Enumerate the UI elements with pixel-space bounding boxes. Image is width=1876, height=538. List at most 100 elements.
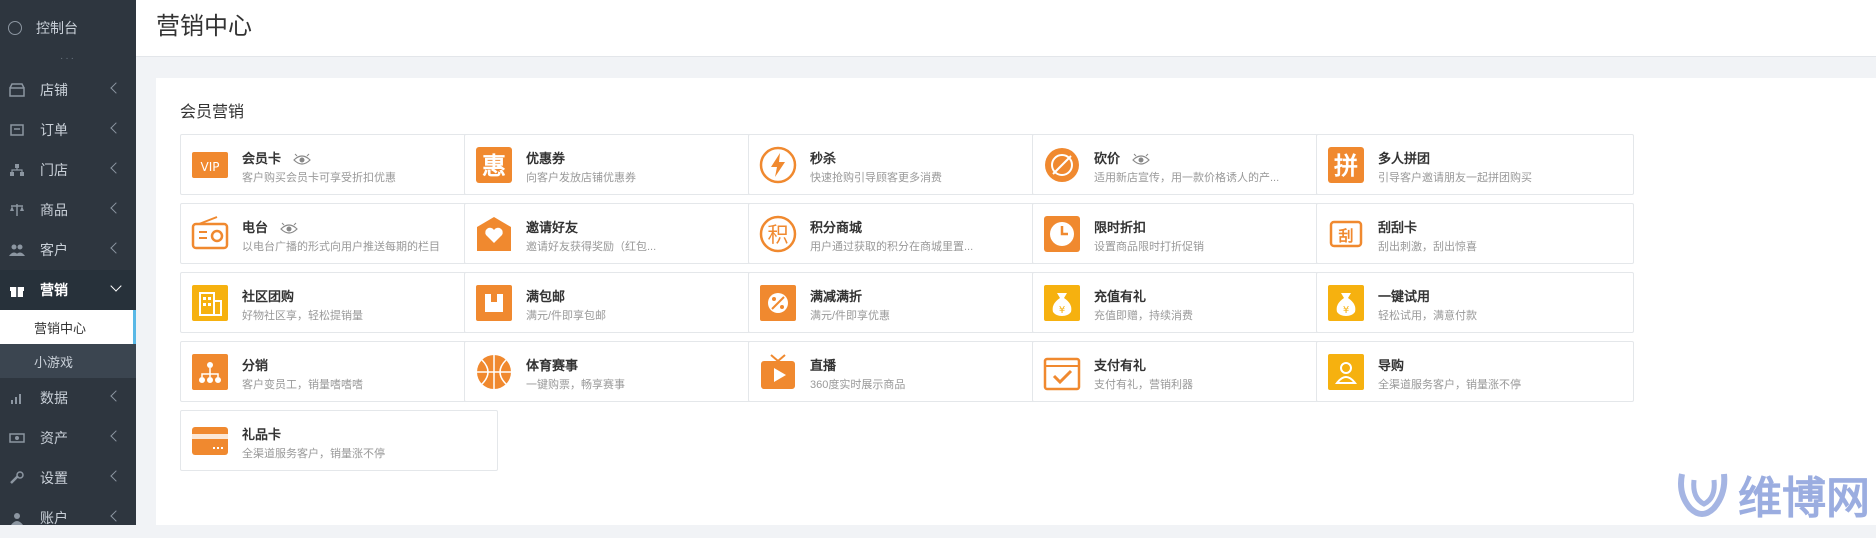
sidebar-item[interactable]: 店铺: [0, 70, 136, 110]
marketing-card[interactable]: 社区团购好物社区享，轻松提销量: [180, 272, 498, 333]
clock-icon: [1044, 216, 1080, 252]
card-title: 社区团购: [242, 289, 295, 304]
marketing-card[interactable]: 邀请好友 邀请好友获得奖励（红包...: [464, 203, 782, 264]
sidebar-item-label: 营销: [40, 282, 68, 298]
card-description: 快速抢购引导顾客更多消费: [810, 172, 942, 184]
chevron-icon: [110, 82, 122, 94]
card-description: 360度实时展示商品: [810, 379, 906, 391]
sidebar-item[interactable]: 账户: [0, 498, 136, 538]
card-description: 刮出刺激，刮出惊喜: [1378, 241, 1477, 253]
chevron-icon: [110, 390, 122, 402]
sidebar-item[interactable]: 营销: [0, 270, 136, 310]
card-title: 刮刮卡: [1378, 220, 1418, 235]
marketing-card[interactable]: ¥ 一键试用轻松试用，满意付款: [1316, 272, 1634, 333]
marketing-card[interactable]: 惠 优惠券向客户发放店铺优惠券: [464, 134, 782, 195]
marketing-card[interactable]: 积 积分商城 用户通过获取的积分在商城里置...: [748, 203, 1066, 264]
sidebar-subitem[interactable]: 营销中心: [0, 310, 136, 344]
card-title: 电台: [242, 217, 298, 236]
watermark-icon: [1678, 473, 1728, 517]
bar-chart-icon: [8, 390, 26, 406]
chevron-icon: [110, 470, 122, 482]
card-description: 好物社区享，轻松提销量: [242, 310, 363, 322]
card-title: 导购: [1378, 358, 1405, 373]
sidebar-item-label: 控制台: [36, 20, 78, 36]
card-description: 设置商品限时打折促销: [1094, 241, 1204, 253]
page-header: 营销中心: [136, 0, 1876, 57]
card-description: 轻松试用，满意付款: [1378, 310, 1477, 322]
card-title: 体育赛事: [526, 358, 579, 373]
card-description: 以电台广播的形式向用户推送每期的栏目: [242, 241, 440, 253]
group-buy-icon: 拼: [1328, 147, 1364, 183]
svg-text:惠: 惠: [482, 152, 506, 180]
sidebar-item[interactable]: 订单: [0, 110, 136, 150]
sidebar-item-label: 商品: [40, 202, 68, 218]
svg-text:VIP: VIP: [201, 160, 220, 174]
dashboard-icon: [8, 21, 22, 35]
card-title: 支付有礼: [1094, 358, 1147, 373]
marketing-card[interactable]: 秒杀快速抢购引导顾客更多消费: [748, 134, 1066, 195]
card-title: 直播: [810, 358, 837, 373]
sidebar-subitem[interactable]: 小游戏: [0, 344, 136, 378]
eye-icon[interactable]: [280, 222, 298, 236]
sidebar-item-label: 订单: [40, 122, 68, 138]
trial-bag-icon: ¥: [1328, 285, 1364, 321]
marketing-card[interactable]: 支付有礼 支付有礼，营销利器: [1032, 341, 1350, 402]
marketing-card[interactable]: 限时折扣设置商品限时打折促销: [1032, 203, 1350, 264]
radio-icon: [191, 216, 229, 250]
sidebar-item[interactable]: 数据: [0, 378, 136, 418]
sidebar-item[interactable]: 门店: [0, 150, 136, 190]
marketing-card[interactable]: 拼 多人拼团 引导客户邀请朋友一起拼团购买: [1316, 134, 1634, 195]
watermark-text: 维博网: [1738, 473, 1870, 524]
sidebar-item[interactable]: 资产: [0, 418, 136, 458]
order-icon: [8, 122, 26, 138]
store-icon: [8, 82, 26, 98]
sidebar-item-label: 客户: [40, 242, 68, 258]
card-description: 一键购票，畅享赛事: [526, 379, 625, 391]
marketing-card[interactable]: 导购 全渠道服务客户，销量涨不停: [1316, 341, 1634, 402]
users-icon: [8, 242, 26, 258]
marketing-card[interactable]: 砍价 适用新店宣传，用一款价格诱人的产...: [1032, 134, 1350, 195]
marketing-card[interactable]: 直播 360度实时展示商品: [748, 341, 1066, 402]
card-title: 限时折扣: [1094, 220, 1147, 235]
marketing-card[interactable]: 体育赛事一键购票，畅享赛事: [464, 341, 782, 402]
live-tv-icon: [761, 354, 795, 389]
sidebar-item-dashboard[interactable]: 控制台: [0, 0, 136, 56]
card-title: 一键试用: [1378, 289, 1431, 304]
gift-icon: [8, 282, 26, 298]
chevron-icon: [110, 122, 122, 134]
marketing-card[interactable]: 电台以电台广播的形式向用户推送每期的栏目: [180, 203, 498, 264]
marketing-card[interactable]: 礼品卡 全渠道服务客户，销量涨不停: [180, 410, 498, 471]
sidebar-item-label: 店铺: [40, 82, 68, 98]
card-title: 秒杀: [810, 151, 837, 166]
marketing-card[interactable]: 满减满折 满元/件即享优惠: [748, 272, 1066, 333]
wrench-icon: [8, 470, 26, 486]
coupon-icon: 惠: [476, 147, 512, 183]
scratch-card-icon: 刮: [1328, 216, 1364, 252]
eye-icon[interactable]: [293, 153, 311, 167]
package-icon: [476, 285, 512, 321]
marketing-card[interactable]: 满包邮 满元/件即享包邮: [464, 272, 782, 333]
sidebar-divider: ···: [60, 53, 76, 64]
sidebar-item[interactable]: 客户: [0, 230, 136, 270]
card-title: 优惠券: [526, 151, 566, 166]
sidebar-item[interactable]: 设置: [0, 458, 136, 498]
marketing-card[interactable]: ¥ 充值有礼 充值即赠，持续消费: [1032, 272, 1350, 333]
card-description: 向客户发放店铺优惠券: [526, 172, 636, 184]
card-description: 满元/件即享优惠: [810, 310, 891, 322]
svg-text:积: 积: [768, 223, 789, 247]
card-description: 引导客户邀请朋友一起拼团购买: [1378, 172, 1532, 184]
chevron-icon: [110, 242, 122, 254]
marketing-card[interactable]: VIP 会员卡 客户购买会员卡可享受折扣优惠: [180, 134, 498, 195]
card-description: 用户通过获取的积分在商城里置...: [810, 241, 974, 253]
eye-icon[interactable]: [1132, 153, 1150, 167]
sidebar-item-label: 资产: [40, 430, 68, 446]
bargain-icon: [1045, 148, 1079, 182]
marketing-card[interactable]: 分销 客户变员工，销量嗜嗜嗜: [180, 341, 498, 402]
vip-icon: VIP: [192, 152, 228, 178]
marketing-card[interactable]: 刮 刮刮卡刮出刺激，刮出惊喜: [1316, 203, 1634, 264]
card-description: 客户购买会员卡可享受折扣优惠: [242, 172, 396, 184]
card-title: 砍价: [1094, 148, 1150, 167]
sidebar-item[interactable]: 商品: [0, 190, 136, 230]
page-title: 营销中心: [156, 13, 252, 40]
distribution-icon: [192, 354, 228, 390]
